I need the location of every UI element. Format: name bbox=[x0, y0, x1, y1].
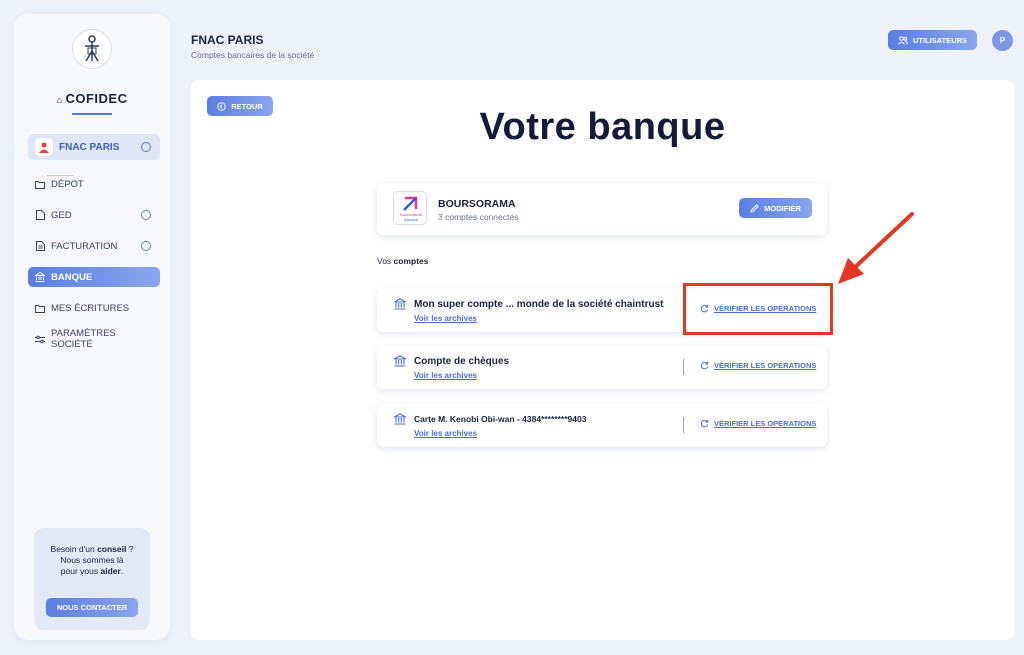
highlight-box bbox=[683, 283, 833, 335]
account-card: Carte M. Kenobi Obi-wan - 4384********94… bbox=[377, 404, 827, 447]
users-icon bbox=[898, 35, 908, 45]
refresh-icon bbox=[700, 419, 709, 428]
company-selector[interactable]: FNAC PARIS bbox=[28, 134, 160, 160]
account-separator bbox=[683, 417, 684, 433]
bank-icon bbox=[394, 298, 406, 310]
page-header-subtitle: Comptes bancaires de la société bbox=[191, 50, 315, 60]
sidebar-item-parametres-societe[interactable]: PARAMÈTRES SOCIÉTÉ bbox=[28, 328, 160, 350]
help-line-1: Besoin d'un conseil ? bbox=[50, 544, 134, 554]
sliders-icon bbox=[35, 334, 45, 344]
view-archives-link[interactable]: Voir les archives bbox=[414, 314, 477, 323]
sidebar-item-label: DÉPOT bbox=[51, 178, 84, 190]
bank-logo: Boursorama Banque bbox=[393, 191, 427, 225]
page-title: Votre banque bbox=[479, 106, 726, 148]
chevron-down-icon[interactable] bbox=[141, 210, 151, 220]
chevron-right-icon[interactable] bbox=[141, 142, 151, 152]
sidebar-item-banque[interactable]: BANQUE bbox=[28, 267, 160, 287]
account-separator bbox=[683, 359, 684, 375]
invoice-icon bbox=[35, 241, 45, 251]
help-line-3: pour vous aider. bbox=[60, 566, 124, 576]
sidebar: ⌂ COFIDEC FNAC PARIS DÉPOT GED FACTURATI… bbox=[14, 14, 170, 640]
verify-operations-link[interactable]: VÉRIFIER LES OPÉRATIONS bbox=[700, 419, 816, 428]
bank-logo-text: Boursorama Banque bbox=[400, 212, 422, 222]
folder-icon bbox=[35, 179, 45, 189]
sidebar-item-label: PARAMÈTRES SOCIÉTÉ bbox=[51, 328, 116, 350]
sidebar-item-label: FACTURATION bbox=[51, 240, 118, 252]
company-logo[interactable] bbox=[72, 29, 112, 69]
contact-button[interactable]: NOUS CONTACTER bbox=[46, 598, 138, 617]
page-header-title: FNAC PARIS bbox=[191, 33, 264, 47]
account-name: Carte M. Kenobi Obi-wan - 4384********94… bbox=[414, 414, 587, 424]
edit-bank-button[interactable]: MODIFIER bbox=[739, 198, 812, 218]
bank-card: Boursorama Banque BOURSORAMA 3 comptes c… bbox=[377, 183, 827, 235]
help-box: Besoin d'un conseil ? Nous sommes là pou… bbox=[34, 528, 150, 630]
account-name: Mon super compte ... monde de la société… bbox=[414, 299, 664, 310]
account-card: Compte de chèques Voir les archives VÉRI… bbox=[377, 346, 827, 389]
users-button[interactable]: UTILISATEURS bbox=[888, 30, 977, 50]
brand-underline bbox=[72, 113, 112, 115]
sidebar-item-label: BANQUE bbox=[51, 271, 93, 283]
sidebar-item-facturation[interactable]: FACTURATION bbox=[28, 236, 160, 256]
sidebar-item-mes-ecritures[interactable]: MES ÉCRITURES bbox=[28, 298, 160, 318]
verify-operations-link[interactable]: VÉRIFIER LES OPÉRATIONS bbox=[700, 361, 816, 370]
verify-operations-label: VÉRIFIER LES OPÉRATIONS bbox=[714, 419, 817, 428]
logo-figure-icon bbox=[85, 35, 99, 62]
accounts-section-label: Vos comptes bbox=[377, 256, 429, 266]
sidebar-item-ged[interactable]: GED bbox=[28, 205, 160, 225]
sidebar-item-label: GED bbox=[51, 209, 72, 221]
verify-operations-label: VÉRIFIER LES OPÉRATIONS bbox=[714, 361, 817, 370]
bank-icon bbox=[394, 355, 406, 367]
bank-name: BOURSORAMA bbox=[438, 198, 516, 210]
brand-name: ⌂ COFIDEC bbox=[56, 91, 128, 106]
bank-connected-count: 3 comptes connectés bbox=[438, 212, 519, 222]
refresh-icon bbox=[700, 361, 709, 370]
profile-avatar[interactable]: P bbox=[992, 30, 1013, 51]
edit-button-label: MODIFIER bbox=[764, 203, 801, 213]
sidebar-item-depot[interactable]: DÉPOT bbox=[28, 174, 160, 194]
company-name: FNAC PARIS bbox=[59, 141, 120, 153]
edit-icon bbox=[750, 203, 759, 213]
document-icon bbox=[35, 210, 45, 220]
account-name: Compte de chèques bbox=[414, 356, 510, 367]
sidebar-item-label: MES ÉCRITURES bbox=[51, 302, 130, 314]
bank-icon bbox=[394, 413, 406, 425]
bank-icon bbox=[35, 272, 45, 282]
users-button-label: UTILISATEURS bbox=[912, 35, 968, 45]
view-archives-link[interactable]: Voir les archives bbox=[414, 371, 477, 380]
help-line-2: Nous sommes là bbox=[60, 555, 124, 565]
chevron-down-icon[interactable] bbox=[141, 241, 151, 251]
company-avatar-icon bbox=[35, 138, 53, 156]
main-panel: RETOUR Votre banque Boursorama Banque BO… bbox=[191, 80, 1014, 640]
view-archives-link[interactable]: Voir les archives bbox=[414, 429, 477, 438]
folder-icon bbox=[35, 303, 45, 313]
